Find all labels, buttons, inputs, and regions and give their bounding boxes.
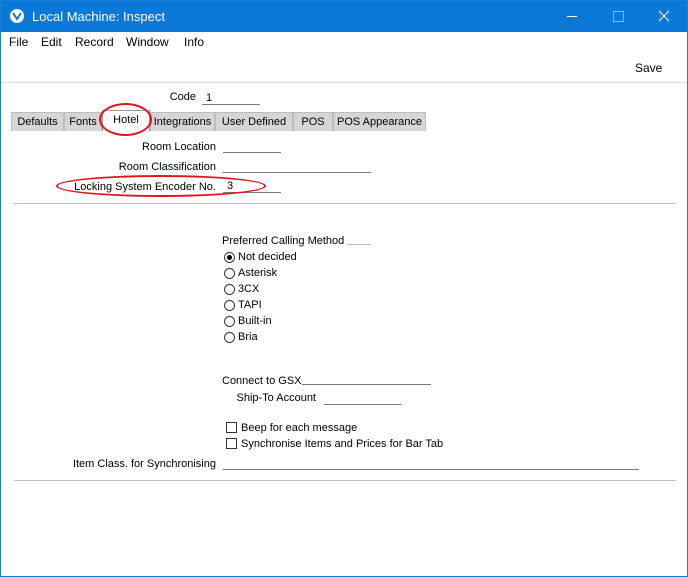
room-location-field[interactable]: [223, 139, 281, 153]
ship-to-label: Ship-To Account: [236, 392, 317, 404]
tab-pos-appearance[interactable]: POS Appearance: [333, 112, 426, 131]
beep-checkbox[interactable]: [226, 422, 237, 433]
connect-gsx-label: Connect to GSX: [222, 375, 302, 387]
inspect-window: Local Machine: Inspect File Edit Record …: [0, 0, 688, 577]
code-label: Code: [169, 91, 196, 103]
radio-asterisk[interactable]: [224, 268, 235, 279]
radio-asterisk-label: Asterisk: [238, 267, 278, 279]
code-field[interactable]: 1: [202, 91, 260, 105]
radio-3cx-label: 3CX: [238, 283, 260, 295]
app-logo-icon: [10, 9, 24, 23]
tab-user-defined[interactable]: User Defined: [215, 112, 293, 131]
menu-record[interactable]: Record: [75, 35, 114, 49]
radio-tapi[interactable]: [224, 300, 235, 311]
room-classification-field[interactable]: [223, 159, 371, 173]
menu-window[interactable]: Window: [126, 35, 169, 49]
radio-not-decided[interactable]: [224, 252, 235, 263]
separator-bottom: [14, 480, 676, 481]
tab-fonts[interactable]: Fonts: [64, 112, 102, 131]
toolbar: Save: [1, 52, 687, 83]
room-classification-label: Room Classification: [118, 161, 216, 173]
connect-gsx-field[interactable]: [302, 371, 431, 385]
radio-not-decided-label: Not decided: [238, 251, 297, 263]
separator-top: [14, 203, 676, 204]
sync-label: Synchronise Items and Prices for Bar Tab: [241, 438, 444, 450]
close-icon[interactable]: [641, 1, 687, 32]
tab-defaults[interactable]: Defaults: [11, 112, 64, 131]
tab-pos[interactable]: POS: [293, 112, 333, 131]
ship-to-field[interactable]: [324, 391, 401, 405]
calling-method-label: Preferred Calling Method: [222, 235, 345, 247]
radio-built-in[interactable]: [224, 316, 235, 327]
beep-label: Beep for each message: [241, 422, 358, 434]
locking-encoder-highlight: [56, 175, 266, 197]
tab-integrations[interactable]: Integrations: [150, 112, 215, 131]
menu-info[interactable]: Info: [184, 35, 204, 49]
item-class-label: Item Class. for Synchronising: [72, 458, 216, 470]
window-title: Local Machine: Inspect: [32, 9, 165, 24]
radio-tapi-label: TAPI: [238, 299, 262, 311]
room-location-label: Room Location: [142, 141, 216, 153]
title-bar[interactable]: Local Machine: Inspect: [1, 1, 687, 32]
radio-bria-label: Bria: [238, 331, 258, 343]
radio-bria[interactable]: [224, 332, 235, 343]
hotel-tab-highlight: [99, 103, 152, 136]
radio-built-in-label: Built-in: [238, 315, 272, 327]
save-button[interactable]: Save: [635, 61, 662, 75]
menu-file[interactable]: File: [9, 35, 28, 49]
maximize-icon[interactable]: [595, 1, 641, 32]
radio-3cx[interactable]: [224, 284, 235, 295]
calling-method-underline: [347, 244, 371, 245]
menu-bar: File Edit Record Window Info: [1, 32, 687, 52]
item-class-field[interactable]: [223, 456, 639, 470]
menu-edit[interactable]: Edit: [41, 35, 62, 49]
minimize-icon[interactable]: [549, 1, 595, 32]
sync-checkbox[interactable]: [226, 438, 237, 449]
